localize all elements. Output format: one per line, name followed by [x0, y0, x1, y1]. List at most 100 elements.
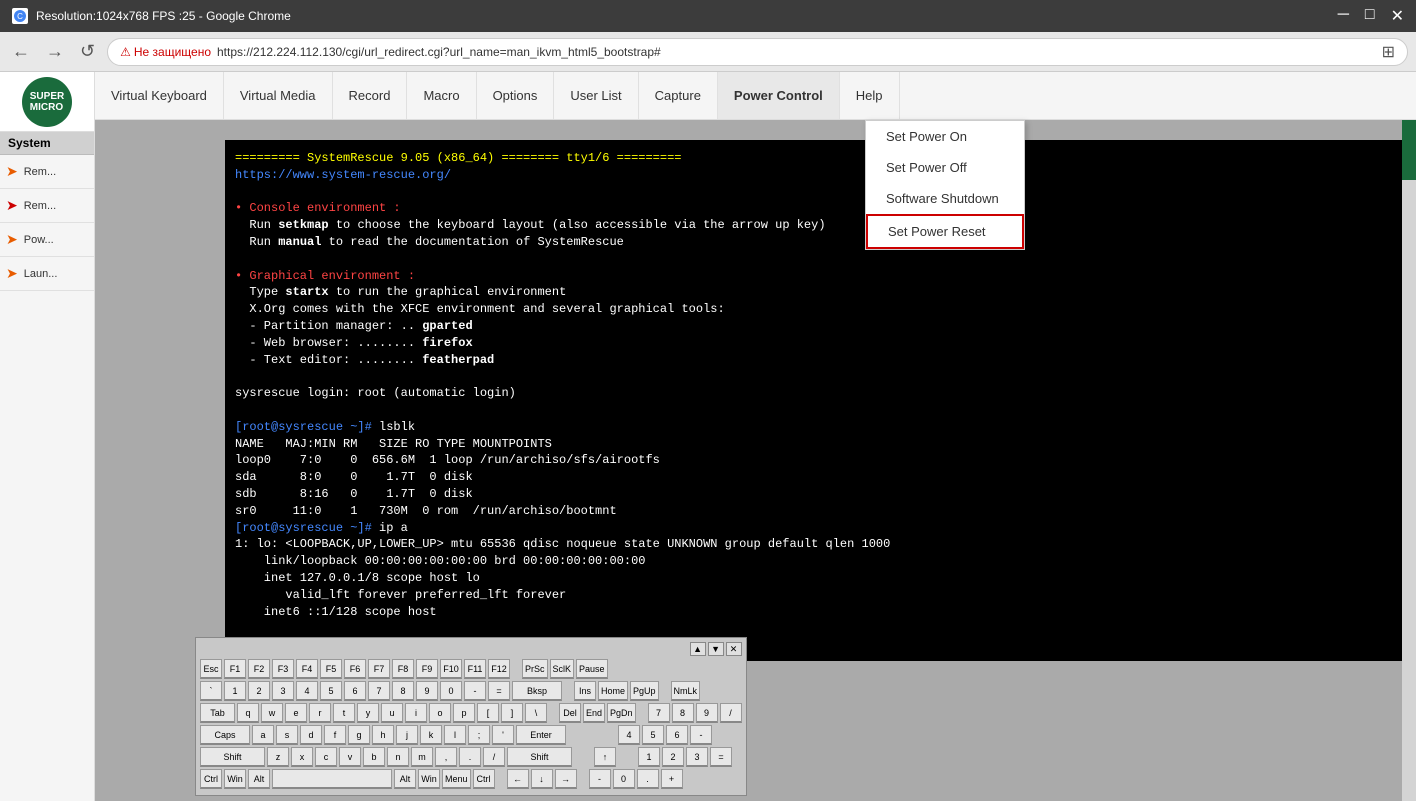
vk-arrow-up[interactable]: ↑ — [594, 747, 616, 767]
minimize-button[interactable]: ─ — [1338, 6, 1349, 26]
vk-nmlk[interactable]: NmLk — [671, 681, 701, 701]
vk-num-dash[interactable]: - — [589, 769, 611, 789]
vk-y[interactable]: y — [357, 703, 379, 723]
vk-win-left[interactable]: Win — [224, 769, 246, 789]
vk-e[interactable]: e — [285, 703, 307, 723]
vk-arrow-right[interactable]: → — [555, 769, 577, 789]
vk-u[interactable]: u — [381, 703, 403, 723]
vk-minus[interactable]: - — [464, 681, 486, 701]
vk-num-dot[interactable]: . — [637, 769, 659, 789]
nav-record[interactable]: Record — [333, 72, 408, 119]
vk-num3[interactable]: 3 — [686, 747, 708, 767]
vk-1[interactable]: 1 — [224, 681, 246, 701]
vk-f12[interactable]: F12 — [488, 659, 510, 679]
vk-tab[interactable]: Tab — [200, 703, 235, 723]
nav-help[interactable]: Help — [840, 72, 900, 119]
address-box[interactable]: ⚠ Не защищено https://212.224.112.130/cg… — [107, 38, 1408, 66]
vk-n[interactable]: n — [387, 747, 409, 767]
vk-f8[interactable]: F8 — [392, 659, 414, 679]
close-button[interactable]: ✕ — [1391, 6, 1404, 26]
vk-0[interactable]: 0 — [440, 681, 462, 701]
vk-rbracket[interactable]: ] — [501, 703, 523, 723]
vk-enter[interactable]: Enter — [516, 725, 566, 745]
nav-options[interactable]: Options — [477, 72, 555, 119]
vk-f5[interactable]: F5 — [320, 659, 342, 679]
forward-button[interactable]: → — [42, 37, 68, 66]
vk-k[interactable]: k — [420, 725, 442, 745]
vk-backtick[interactable]: ` — [200, 681, 222, 701]
vk-num9[interactable]: 9 — [696, 703, 718, 723]
vk-j[interactable]: j — [396, 725, 418, 745]
vk-v[interactable]: v — [339, 747, 361, 767]
sidebar-item-launch[interactable]: ➤ Laun... — [0, 257, 94, 291]
vk-alt-right[interactable]: Alt — [394, 769, 416, 789]
vk-ctrl-right[interactable]: Ctrl — [473, 769, 495, 789]
vk-alt-left[interactable]: Alt — [248, 769, 270, 789]
vk-d[interactable]: d — [300, 725, 322, 745]
vk-numslash[interactable]: / — [720, 703, 742, 723]
vk-t[interactable]: t — [333, 703, 355, 723]
vk-l[interactable]: l — [444, 725, 466, 745]
vk-i[interactable]: i — [405, 703, 427, 723]
vk-h[interactable]: h — [372, 725, 394, 745]
sidebar-item-remote1[interactable]: ➤ Rem... — [0, 155, 94, 189]
vk-end[interactable]: End — [583, 703, 605, 723]
vk-numequals[interactable]: = — [710, 747, 732, 767]
vk-arrow-left[interactable]: ← — [507, 769, 529, 789]
refresh-button[interactable]: ↺ — [76, 37, 99, 66]
vk-pgup[interactable]: PgUp — [630, 681, 659, 701]
vk-menu[interactable]: Menu — [442, 769, 471, 789]
vk-f10[interactable]: F10 — [440, 659, 462, 679]
vk-num4[interactable]: 4 — [618, 725, 640, 745]
maximize-button[interactable]: □ — [1365, 6, 1375, 26]
nav-virtual-keyboard[interactable]: Virtual Keyboard — [95, 72, 224, 119]
vk-f1[interactable]: F1 — [224, 659, 246, 679]
nav-virtual-media[interactable]: Virtual Media — [224, 72, 333, 119]
vk-m[interactable]: m — [411, 747, 433, 767]
vk-f11[interactable]: F11 — [464, 659, 486, 679]
vk-a[interactable]: a — [252, 725, 274, 745]
vk-num8[interactable]: 8 — [672, 703, 694, 723]
vk-o[interactable]: o — [429, 703, 451, 723]
vk-num0[interactable]: 0 — [613, 769, 635, 789]
vk-f9[interactable]: F9 — [416, 659, 438, 679]
vk-caps[interactable]: Caps — [200, 725, 250, 745]
vk-num6[interactable]: 6 — [666, 725, 688, 745]
vk-5[interactable]: 5 — [320, 681, 342, 701]
kvm-terminal[interactable]: ========= SystemRescue 9.05 (x86_64) ===… — [225, 140, 1406, 661]
vk-numminus[interactable]: - — [690, 725, 712, 745]
vk-del[interactable]: Del — [559, 703, 581, 723]
sidebar-item-remote2[interactable]: ➤ Rem... — [0, 189, 94, 223]
nav-user-list[interactable]: User List — [554, 72, 638, 119]
vk-quote[interactable]: ' — [492, 725, 514, 745]
vk-8[interactable]: 8 — [392, 681, 414, 701]
vk-space[interactable] — [272, 769, 392, 789]
translate-icon[interactable]: ⊞ — [1382, 42, 1395, 62]
vk-esc[interactable]: Esc — [200, 659, 222, 679]
vk-pause[interactable]: Pause — [576, 659, 608, 679]
vk-win-right[interactable]: Win — [418, 769, 440, 789]
vk-num-plus[interactable]: + — [661, 769, 683, 789]
vk-w[interactable]: w — [261, 703, 283, 723]
sidebar-item-power[interactable]: ➤ Pow... — [0, 223, 94, 257]
nav-capture[interactable]: Capture — [639, 72, 718, 119]
scrollbar-thumb[interactable] — [1402, 120, 1416, 180]
vk-lbracket[interactable]: [ — [477, 703, 499, 723]
scrollbar-track[interactable] — [1402, 120, 1416, 801]
vk-b[interactable]: b — [363, 747, 385, 767]
vk-c[interactable]: c — [315, 747, 337, 767]
vk-sclk[interactable]: SclK — [550, 659, 575, 679]
vk-semicolon[interactable]: ; — [468, 725, 490, 745]
vk-q[interactable]: q — [237, 703, 259, 723]
nav-power-control[interactable]: Power Control — [718, 72, 840, 119]
vk-f[interactable]: f — [324, 725, 346, 745]
vk-backspace[interactable]: Bksp — [512, 681, 562, 701]
vk-z[interactable]: z — [267, 747, 289, 767]
vk-2[interactable]: 2 — [248, 681, 270, 701]
vk-shift-left[interactable]: Shift — [200, 747, 265, 767]
vk-num7[interactable]: 7 — [648, 703, 670, 723]
vk-4[interactable]: 4 — [296, 681, 318, 701]
vk-shift-right[interactable]: Shift — [507, 747, 572, 767]
vk-pgdn[interactable]: PgDn — [607, 703, 636, 723]
vk-backslash[interactable]: \ — [525, 703, 547, 723]
